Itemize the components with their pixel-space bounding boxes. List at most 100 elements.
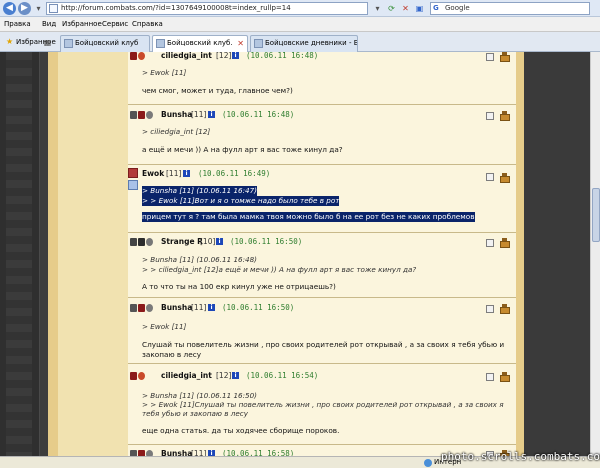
info-icon[interactable]: i	[208, 111, 215, 118]
tab-fight-diaries[interactable]: Бойцовские дневники - Бу...	[250, 35, 358, 52]
dropdown-chevron-icon[interactable]: ▾	[33, 3, 44, 14]
scrollbar-thumb[interactable]	[592, 188, 600, 242]
menu-item-help[interactable]: Справка	[132, 18, 163, 30]
forward-arrow-icon[interactable]: ▶	[18, 2, 31, 15]
stop-icon[interactable]: ✕	[400, 3, 411, 14]
user-badges	[130, 449, 158, 456]
compatibility-icon[interactable]: ▣	[414, 3, 425, 14]
rank-icon	[138, 238, 145, 246]
quote-line: > Bunsha [11] (10.06.11 16:48)	[142, 255, 257, 264]
select-post-checkbox[interactable]	[486, 112, 494, 120]
vertical-scrollbar[interactable]	[590, 52, 600, 456]
quote-line: > > Ewok [11]Вот и я о томже надо было т…	[142, 196, 340, 206]
select-post-checkbox[interactable]	[486, 373, 494, 381]
post-level: [12]	[216, 371, 232, 380]
page-icon	[49, 4, 58, 13]
back-arrow-icon[interactable]: ◀	[3, 2, 16, 15]
post-header: Ewok [11] i (10.06.11 16:49)	[128, 168, 516, 190]
select-post-checkbox[interactable]	[486, 305, 494, 313]
select-post-checkbox[interactable]	[486, 53, 494, 61]
refresh-icon[interactable]: ⟳	[386, 3, 397, 14]
post-body: прицем тут я ? там была мамка твоя можно…	[142, 212, 475, 222]
info-icon[interactable]: i	[232, 52, 239, 59]
info-icon[interactable]: i	[216, 238, 223, 245]
post-body: закопаю в лесу	[142, 350, 202, 359]
url-input[interactable]: http://forum.combats.com/?id=13076491000…	[46, 2, 368, 15]
reply-icon[interactable]	[500, 173, 510, 183]
post-divider	[128, 444, 516, 445]
url-dropdown-icon[interactable]: ▾	[372, 3, 383, 14]
tab-page-icon	[254, 39, 263, 48]
post-author[interactable]: ciliedgia_int	[161, 52, 212, 62]
post-author[interactable]: Bunsha	[161, 448, 192, 456]
post-time: (10.06.11 16:50)	[230, 237, 303, 246]
user-badges	[130, 237, 158, 247]
post-author[interactable]: Bunsha	[161, 109, 192, 121]
post-header: Strange R [10] i (10.06.11 16:50)	[128, 236, 516, 248]
post-author[interactable]: Strange R	[161, 236, 203, 248]
info-icon[interactable]: i	[183, 170, 190, 177]
post-divider	[128, 104, 516, 105]
menu-item-edit[interactable]: Правка	[4, 18, 31, 30]
post-header: ciliedgia_int [12] i (10.06.11 16:48)	[128, 52, 516, 62]
post-level: [11]	[191, 303, 207, 312]
post-body: чем смог, может и туда, главное чем?)	[142, 86, 293, 95]
tab-label: Бойцовский клуб	[75, 39, 139, 47]
left-decor-strip	[0, 52, 40, 456]
post-author[interactable]: Ewok	[142, 168, 164, 180]
reply-icon[interactable]	[500, 372, 510, 382]
menu-bar: Правка Вид Избранное Сервис Справка	[0, 17, 600, 32]
reply-icon[interactable]	[500, 111, 510, 121]
rank-icon	[138, 52, 145, 60]
align-icon	[146, 111, 153, 119]
select-post-checkbox[interactable]	[486, 173, 494, 181]
quote-line: > > ciliedgia_int [12]а ещё и мечи )) А …	[142, 265, 417, 274]
info-icon[interactable]: i	[232, 372, 239, 379]
tab-label: Бойцовские дневники - Бу...	[265, 39, 357, 47]
user-badges	[130, 303, 158, 313]
menu-item-favorites[interactable]: Избранное	[62, 18, 102, 30]
rank-icon	[138, 304, 145, 312]
post-time: (10.06.11 16:50)	[222, 303, 295, 312]
tab-fight-club-2[interactable]: Бойцовский клуб. ✕	[152, 35, 248, 52]
clan-icon	[130, 238, 137, 246]
user-badges	[130, 371, 158, 381]
post-divider	[128, 363, 516, 364]
search-placeholder: Google	[445, 4, 470, 12]
reply-icon[interactable]	[500, 238, 510, 248]
clan-icon	[130, 52, 137, 60]
post-author[interactable]: ciliedgia_int	[161, 370, 212, 382]
reply-icon[interactable]	[500, 52, 510, 62]
quote-line: > Ewok [11]	[142, 68, 187, 77]
post-body: еще одна статья. да ты ходячее сборище п…	[142, 426, 340, 435]
post-body: а ещё и мечи )) А на фулл арт я вас тоже…	[142, 145, 343, 154]
post-header: ciliedgia_int [12] i (10.06.11 16:54)	[128, 370, 516, 382]
close-tab-icon[interactable]: ✕	[237, 36, 244, 51]
post-author[interactable]: Bunsha	[161, 302, 192, 314]
menu-item-view[interactable]: Вид	[42, 18, 56, 30]
quick-tabs-icon[interactable]: ▦	[42, 37, 53, 48]
user-icon	[128, 180, 138, 190]
reply-icon[interactable]	[500, 304, 510, 314]
select-post-checkbox[interactable]	[486, 239, 494, 247]
tab-label: Бойцовский клуб.	[167, 39, 233, 47]
menu-item-tools[interactable]: Сервис	[102, 18, 128, 30]
forum-post: Bunsha [11] i (10.06.11 16:48) > ciliedg…	[128, 109, 516, 165]
post-divider	[128, 164, 516, 165]
quote-line: > ciliedgia_int [12]	[142, 127, 211, 136]
post-body: А то что ты на 100 екр кинул уже не отри…	[142, 282, 336, 291]
rank-icon	[138, 372, 145, 380]
user-badges	[130, 52, 158, 61]
post-time: (10.06.11 16:48)	[246, 52, 319, 60]
post-level: [11]	[191, 449, 207, 456]
post-time: (10.06.11 16:49)	[198, 169, 271, 178]
forum-post: ciliedgia_int [12] i (10.06.11 16:48) > …	[128, 52, 516, 104]
tab-fight-club-1[interactable]: Бойцовский клуб	[60, 35, 150, 52]
align-icon	[146, 304, 153, 312]
align-icon	[146, 238, 153, 246]
globe-icon	[424, 459, 432, 467]
google-icon: G	[433, 4, 439, 12]
address-bar: ◀ ▶ ▾ http://forum.combats.com/?id=13076…	[0, 0, 600, 17]
search-input[interactable]: G Google	[430, 2, 590, 15]
info-icon[interactable]: i	[208, 304, 215, 311]
